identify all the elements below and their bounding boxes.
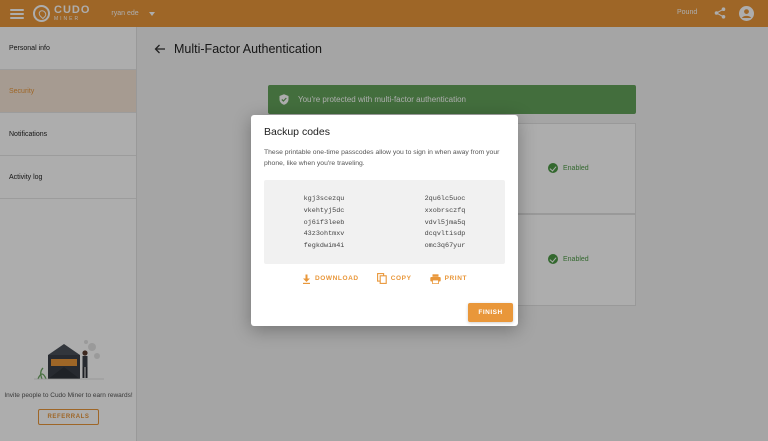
print-label: PRINT bbox=[444, 275, 468, 282]
print-button[interactable]: PRINT bbox=[429, 273, 468, 284]
dialog-actions: DOWNLOAD COPY PRINT bbox=[251, 273, 518, 284]
codes-right-column: 2qu6lc5uoc xxobrsczfq vdvl5jma5q dcqvlti… bbox=[414, 194, 476, 253]
download-button[interactable]: DOWNLOAD bbox=[302, 273, 359, 284]
backup-code: 2qu6lc5uoc bbox=[424, 195, 466, 203]
backup-code: omc3q67yur bbox=[424, 242, 466, 251]
backup-code: fegkdwim4i bbox=[303, 242, 345, 251]
backup-code: oj6if3leeb bbox=[303, 218, 345, 227]
copy-button[interactable]: COPY bbox=[376, 273, 412, 284]
dialog-description: These printable one-time passcodes allow… bbox=[264, 149, 500, 167]
print-icon bbox=[429, 273, 441, 284]
backup-code: xxobrsczfq bbox=[424, 206, 466, 215]
dialog-title: Backup codes bbox=[264, 126, 330, 138]
backup-code: 43z3ohtmxv bbox=[303, 230, 345, 239]
download-label: DOWNLOAD bbox=[314, 275, 359, 282]
backup-code: dcqvltisdp bbox=[424, 230, 466, 239]
backup-code: kgj3scezqu bbox=[303, 195, 345, 203]
copy-label: COPY bbox=[390, 275, 412, 282]
backup-code: vdvl5jma5q bbox=[424, 218, 466, 227]
backup-codes-box: kgj3scezqu vkehtyj5dc oj6if3leeb 43z3oht… bbox=[264, 180, 505, 264]
codes-left-column: kgj3scezqu vkehtyj5dc oj6if3leeb 43z3oht… bbox=[294, 194, 354, 253]
copy-icon bbox=[376, 273, 387, 284]
backup-codes-dialog: Backup codes These printable one-time pa… bbox=[251, 115, 518, 326]
backup-code: vkehtyj5dc bbox=[303, 206, 345, 215]
download-icon bbox=[302, 274, 310, 284]
finish-button[interactable]: FINISH bbox=[468, 303, 513, 322]
